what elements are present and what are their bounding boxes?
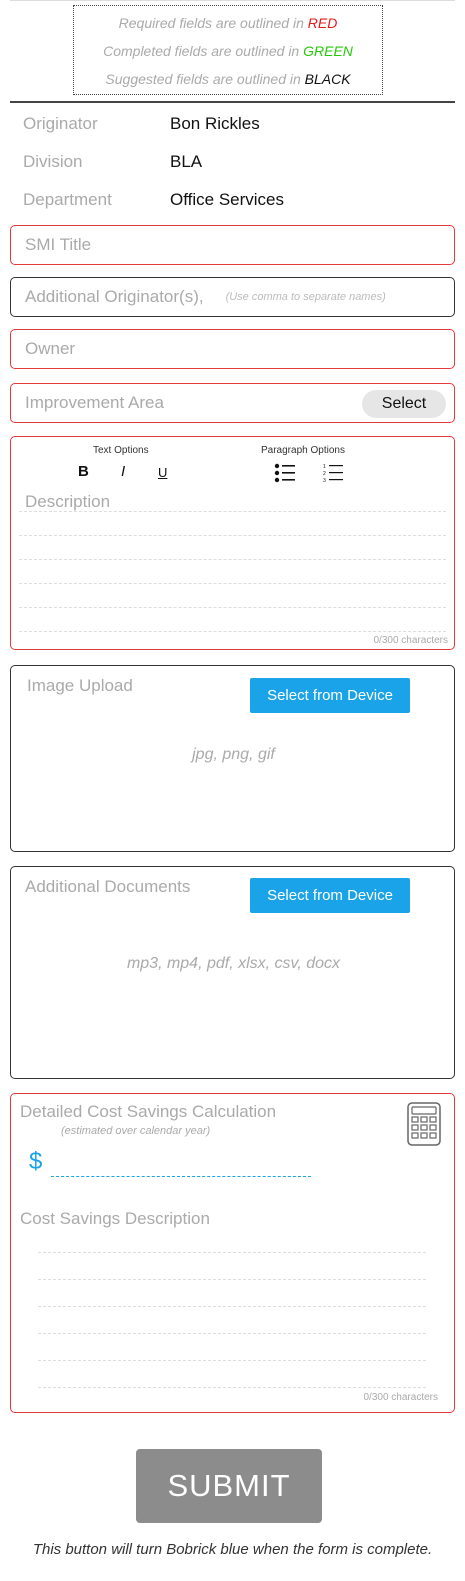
owner-field[interactable]: Owner xyxy=(10,329,455,369)
paragraph-options-label: Paragraph Options xyxy=(261,445,345,456)
top-divider xyxy=(10,0,455,1)
owner-placeholder: Owner xyxy=(25,339,76,358)
legend-completed: Completed fields are outlined in GREEN xyxy=(103,43,353,59)
description-line xyxy=(19,583,446,584)
additional-originators-hint: (Use comma to separate names) xyxy=(225,291,386,303)
text-options-label: Text Options xyxy=(93,445,149,456)
description-line xyxy=(19,535,446,536)
cost-description-line xyxy=(38,1360,426,1361)
currency-symbol: $ xyxy=(29,1148,43,1175)
italic-button[interactable]: I xyxy=(121,463,125,480)
documents-select-from-device-button[interactable]: Select from Device xyxy=(250,878,410,913)
legend-green-word: GREEN xyxy=(303,43,353,59)
svg-text:1: 1 xyxy=(323,464,326,470)
improvement-area-field[interactable]: Improvement Area Select xyxy=(10,383,455,423)
numbered-list-icon[interactable]: 1 2 3 xyxy=(323,463,345,483)
description-line xyxy=(19,607,446,608)
smi-title-field[interactable]: SMI Title xyxy=(10,225,455,265)
additional-originators-field[interactable]: Additional Originator(s), (Use comma to … xyxy=(10,277,455,317)
description-line xyxy=(19,511,446,512)
division-value: BLA xyxy=(170,152,203,171)
legend-black-word: BLACK xyxy=(304,71,351,87)
description-line xyxy=(19,559,446,560)
cost-description-char-count: 0/300 characters xyxy=(363,1392,439,1403)
originator-label: Originator xyxy=(23,114,98,133)
svg-text:3: 3 xyxy=(323,478,326,483)
image-upload-label: Image Upload xyxy=(27,676,133,695)
legend-suggested: Suggested fields are outlined in BLACK xyxy=(105,71,351,87)
cost-description-line xyxy=(38,1306,426,1307)
bold-button[interactable]: B xyxy=(78,463,89,480)
legend-red-word: RED xyxy=(307,15,338,31)
cost-savings-subtitle: (estimated over calendar year) xyxy=(61,1125,211,1137)
cost-savings-title: Detailed Cost Savings Calculation xyxy=(20,1102,277,1121)
cost-description-line xyxy=(38,1279,426,1280)
image-allowed-formats: jpg, png, gif xyxy=(192,746,275,763)
cost-description-line xyxy=(38,1387,426,1388)
documents-allowed-formats: mp3, mp4, pdf, xlsx, csv, docx xyxy=(126,955,341,972)
cost-description-line xyxy=(38,1333,426,1334)
underline-button[interactable]: U xyxy=(158,465,167,480)
field-color-legend: Required fields are outlined in RED Comp… xyxy=(73,5,383,95)
description-char-count: 0/300 characters xyxy=(373,635,449,646)
image-upload-area[interactable]: Image Upload Select from Device jpg, png… xyxy=(10,665,455,852)
calculator-icon[interactable] xyxy=(407,1102,441,1146)
cost-savings-description-input[interactable] xyxy=(38,1244,426,1394)
legend-required: Required fields are outlined in RED xyxy=(118,15,338,31)
cost-savings-section: Detailed Cost Savings Calculation (estim… xyxy=(10,1093,455,1413)
improvement-area-select-button[interactable]: Select xyxy=(362,390,446,418)
header-divider xyxy=(10,101,455,103)
cost-amount-input[interactable] xyxy=(51,1176,311,1177)
department-label: Department xyxy=(23,190,112,209)
description-editor[interactable]: Text Options Paragraph Options B I U 1 2… xyxy=(10,436,455,650)
bullet-list-icon[interactable] xyxy=(274,463,296,483)
svg-text:2: 2 xyxy=(323,471,326,477)
description-line xyxy=(19,631,446,632)
smi-title-placeholder: SMI Title xyxy=(25,235,92,254)
documents-upload-label: Additional Documents xyxy=(25,877,191,896)
cost-description-line xyxy=(38,1252,426,1253)
description-placeholder: Description xyxy=(25,492,111,511)
submit-button[interactable]: SUBMIT xyxy=(136,1449,322,1523)
image-select-from-device-button[interactable]: Select from Device xyxy=(250,678,410,713)
improvement-area-placeholder: Improvement Area xyxy=(25,393,164,412)
additional-originators-placeholder: Additional Originator(s), xyxy=(25,287,204,306)
documents-upload-area[interactable]: Additional Documents Select from Device … xyxy=(10,866,455,1079)
division-label: Division xyxy=(23,152,83,171)
department-value: Office Services xyxy=(170,190,285,209)
submit-note: This button will turn Bobrick blue when … xyxy=(32,1541,433,1558)
originator-value: Bon Rickles xyxy=(170,114,260,133)
cost-savings-description-label: Cost Savings Description xyxy=(20,1209,210,1228)
